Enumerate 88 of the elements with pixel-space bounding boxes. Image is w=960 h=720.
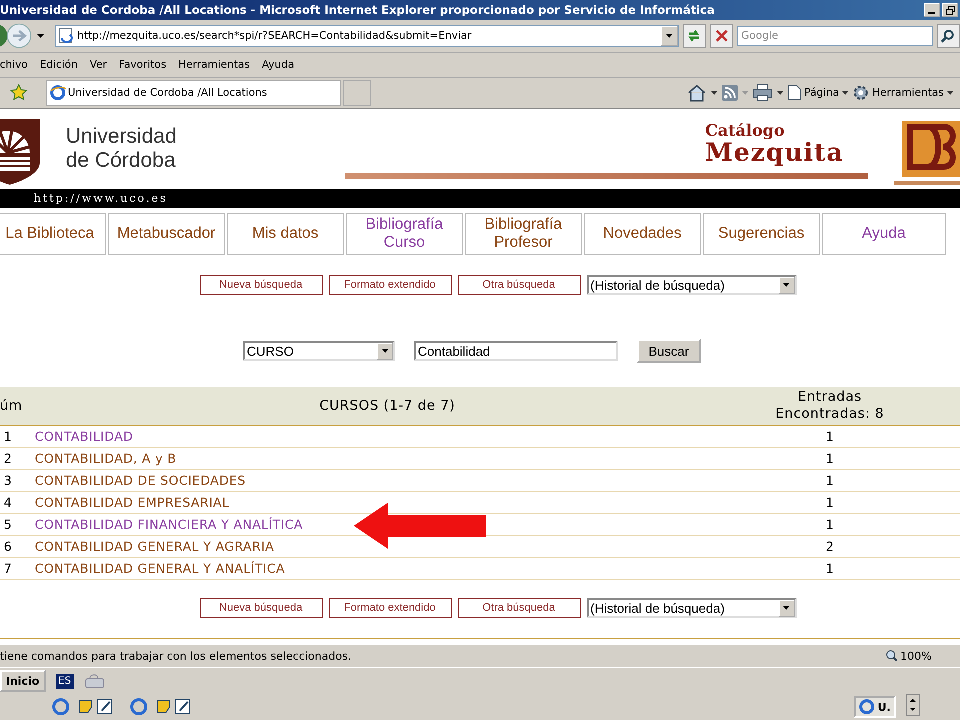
nav-tab[interactable]: Novedades <box>584 213 701 255</box>
page-icon <box>58 28 74 44</box>
entry-count: 1 <box>825 516 835 533</box>
caret-icon <box>947 91 954 95</box>
university-url: http://www.uco.es <box>34 192 168 205</box>
entry-count: 1 <box>825 472 835 489</box>
university-name: Universidad <box>66 125 177 149</box>
column-header: úm <box>0 398 24 414</box>
menu-item[interactable]: Herramientas <box>178 59 250 71</box>
caret-icon <box>382 349 388 353</box>
history-select[interactable]: (Historial de búsqueda) <box>586 598 796 618</box>
status-text: tiene comandos para trabajar con los elementos seleccionados. <box>0 650 352 662</box>
caret-icon <box>842 91 850 95</box>
index-select[interactable]: CURSO <box>243 341 395 361</box>
minimize-button[interactable] <box>924 3 940 17</box>
entry-count: 1 <box>825 560 835 577</box>
entry-count: 2 <box>825 538 835 555</box>
action-button[interactable]: Formato extendido <box>328 598 452 618</box>
menu-item[interactable]: Ver <box>90 59 108 71</box>
result-link[interactable]: CONTABILIDAD, A y B <box>35 451 177 466</box>
nav-tab[interactable]: Bibliografía Curso <box>346 213 463 255</box>
address-field[interactable]: http://mezquita.uco.es/search*spi/r?SEARCH=Contabilidad&submit=Enviar <box>54 25 679 47</box>
row-number: 7 <box>3 561 13 576</box>
menu-item[interactable]: chivo <box>0 59 28 71</box>
search-button[interactable]: Buscar <box>637 339 701 363</box>
result-link[interactable]: CONTABILIDAD <box>35 429 134 444</box>
printer-icon[interactable] <box>752 84 772 102</box>
page-menu-button[interactable]: Página <box>788 85 850 101</box>
stop-icon[interactable] <box>710 24 734 48</box>
caret-icon[interactable] <box>710 91 718 95</box>
column-header: Entradas Encontradas: 8 <box>774 389 886 423</box>
refresh-icon[interactable] <box>682 24 706 48</box>
restore-icon <box>946 6 954 14</box>
nav-tab[interactable]: Sugerencias <box>703 213 820 255</box>
row-number: 3 <box>3 473 13 488</box>
action-button[interactable]: Nueva búsqueda <box>200 275 322 295</box>
catalog-name: Mezquita <box>705 142 844 164</box>
row-number: 2 <box>3 451 13 466</box>
row-number: 6 <box>3 539 13 554</box>
history-select[interactable]: (Historial de búsqueda) <box>586 275 796 295</box>
zoom-icon <box>886 650 898 662</box>
caret-icon <box>783 283 790 287</box>
tools-menu-button[interactable]: Herramientas <box>853 85 954 101</box>
nav-tab[interactable]: Mis datos <box>227 213 344 255</box>
caret-icon <box>783 606 790 610</box>
action-button[interactable]: Nueva búsqueda <box>200 598 322 618</box>
taskbar-button[interactable]: U. <box>854 696 896 718</box>
restore-button[interactable] <box>942 3 958 17</box>
favorites-star-icon[interactable] <box>10 84 28 102</box>
zoom-level[interactable]: 100% <box>886 650 932 662</box>
search-field[interactable]: Google <box>737 26 933 46</box>
search-icon[interactable] <box>936 24 960 48</box>
caret-icon[interactable] <box>776 91 784 95</box>
gear-icon <box>853 85 870 101</box>
entry-count: 1 <box>825 494 835 511</box>
menu-item[interactable]: Ayuda <box>262 59 295 71</box>
result-link[interactable]: CONTABILIDAD GENERAL Y ANALÍTICA <box>35 561 286 576</box>
result-link[interactable]: CONTABILIDAD EMPRESARIAL <box>35 495 230 510</box>
menu-item[interactable]: Edición <box>40 59 78 71</box>
row-number: 4 <box>3 495 13 510</box>
row-number: 1 <box>3 429 13 444</box>
action-button[interactable]: Formato extendido <box>328 275 452 295</box>
column-header: CURSOS (1-7 de 7) <box>318 398 456 414</box>
result-link[interactable]: CONTABILIDAD DE SOCIEDADES <box>35 473 246 488</box>
start-button[interactable]: Inicio <box>0 670 46 692</box>
university-name: de Córdoba <box>66 149 177 173</box>
search-input[interactable]: Contabilidad <box>414 341 618 361</box>
row-number: 5 <box>3 517 13 532</box>
nav-tab[interactable]: Bibliografía Profesor <box>465 213 582 255</box>
nav-tab[interactable]: Ayuda <box>822 213 946 255</box>
result-link[interactable]: CONTABILIDAD FINANCIERA Y ANALÍTICA <box>35 517 304 532</box>
menu-item[interactable]: Favoritos <box>119 59 167 71</box>
nav-tab[interactable]: La Biblioteca <box>0 213 106 255</box>
language-indicator[interactable]: ES <box>56 674 74 688</box>
action-button[interactable]: Otra búsqueda <box>458 598 580 618</box>
action-button[interactable]: Otra búsqueda <box>458 275 580 295</box>
result-link[interactable]: CONTABILIDAD GENERAL Y AGRARIA <box>35 539 274 554</box>
entry-count: 1 <box>825 450 835 467</box>
page-icon <box>788 85 802 101</box>
url-text: http://mezquita.uco.es/search*spi/r?SEARCH=Contabilidad&submit=Enviar <box>78 30 473 42</box>
catalog-title: Catálogo <box>705 120 785 142</box>
entry-count: 1 <box>825 428 835 445</box>
quick-launch-icons[interactable] <box>52 697 192 717</box>
tab-label: Universidad de Cordoba /All Locations <box>68 87 268 99</box>
home-icon[interactable] <box>686 84 706 102</box>
nav-tab[interactable]: Metabuscador <box>108 213 225 255</box>
browser-tab[interactable]: Universidad de Cordoba /All Locations <box>46 80 341 106</box>
window-title: Universidad de Cordoba /All Locations - Microsoft Internet Explorer proporcionado por Servicio de Informática <box>0 3 715 17</box>
